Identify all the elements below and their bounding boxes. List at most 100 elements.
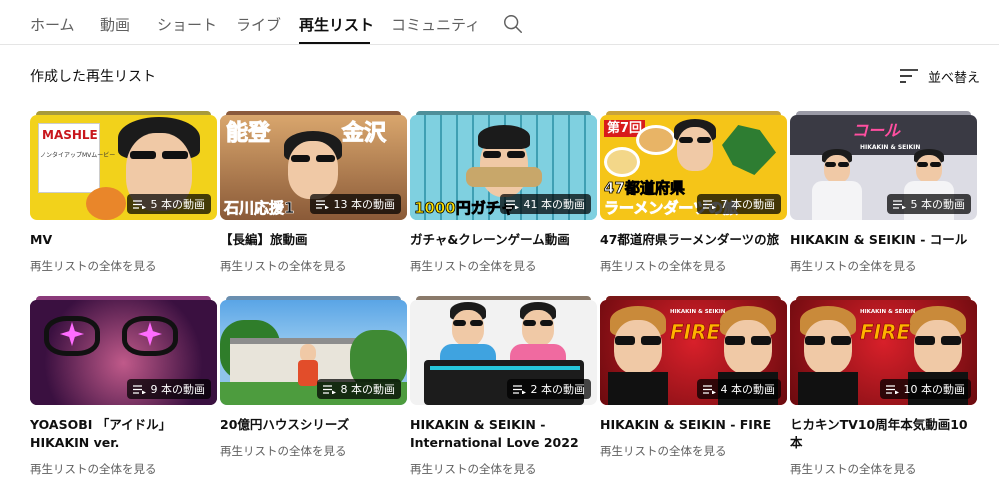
tab-shorts[interactable]: ショート [157, 14, 217, 35]
playlist-thumbnail[interactable]: 1000円ガチャ 41 本の動画 [410, 115, 597, 220]
thumb-caption: FIRE [670, 320, 721, 344]
playlist-thumbnail[interactable]: コール HIKAKIN & SEIKIN 5 本の動画 [790, 115, 977, 220]
person-face [522, 310, 554, 346]
playlist-title[interactable]: HIKAKIN & SEIKIN - FIRE [600, 416, 787, 434]
playlist-title[interactable]: ヒカキンTV10周年本気動画10本 [790, 416, 977, 452]
video-count-badge: 2 本の動画 [506, 379, 591, 399]
playlist-thumbnail[interactable]: 9 本の動画 [30, 300, 217, 405]
playlist-title[interactable]: YOASOBI 「アイドル」 HIKAKIN ver. [30, 416, 217, 452]
video-count: 4 本の動画 [720, 383, 776, 396]
tab-community[interactable]: コミュニティ [391, 14, 480, 35]
playlist-card-10th-anniversary[interactable]: HIKAKIN & SEIKIN FIRE 10 本の動画 ヒカキンTV10周年… [790, 296, 977, 477]
video-count: 8 本の動画 [340, 383, 396, 396]
view-full-playlist-link[interactable]: 再生リストの全体を見る [30, 461, 217, 477]
view-full-playlist-link[interactable]: 再生リストの全体を見る [410, 258, 597, 274]
playlist-title[interactable]: HIKAKIN & SEIKIN - International Love 20… [410, 416, 597, 452]
playlist-title[interactable]: 20億円ハウスシリーズ [220, 416, 407, 434]
playlist-card-ramen[interactable]: 第7回 47都道府県 ラーメンダーツの旅 7 本の動画 47都道府県ラーメンダー… [600, 111, 787, 274]
video-count-badge: 41 本の動画 [499, 194, 591, 214]
person-face [804, 320, 852, 374]
video-count-badge: 4 本の動画 [696, 379, 781, 399]
video-count-badge: 5 本の動画 [886, 194, 971, 214]
glasses [725, 336, 771, 345]
thumb-caption: ノンタイアップMVムービー [40, 152, 116, 159]
view-full-playlist-link[interactable]: 再生リストの全体を見る [220, 258, 407, 274]
view-full-playlist-link[interactable]: 再生リストの全体を見る [790, 258, 977, 274]
thumb-caption: 47都道府県 [604, 179, 686, 197]
sort-button[interactable]: 並べ替え [900, 66, 980, 86]
video-count-badge: 7 本の動画 [696, 194, 781, 214]
video-count-badge: 9 本の動画 [126, 379, 211, 399]
person-face [914, 320, 962, 374]
glasses [915, 336, 961, 345]
playlist-icon [512, 384, 526, 394]
glasses [453, 320, 483, 326]
playlist-title[interactable]: 47都道府県ラーメンダーツの旅 [600, 231, 787, 249]
video-count-badge: 5 本の動画 [126, 194, 211, 214]
view-full-playlist-link[interactable]: 再生リストの全体を見る [600, 258, 787, 274]
tab-videos[interactable]: 動画 [100, 14, 130, 35]
tab-home[interactable]: ホーム [30, 14, 75, 35]
video-count: 9 本の動画 [150, 383, 206, 396]
playlist-thumbnail[interactable]: 2 本の動画 [410, 300, 597, 405]
playlist-thumbnail[interactable]: HIKAKIN & SEIKIN FIRE 10 本の動画 [790, 300, 977, 405]
playlist-thumbnail[interactable]: MASHLE ノンタイアップMVムービー 5 本の動画 [30, 115, 217, 220]
video-count: 10 本の動画 [903, 383, 966, 396]
playlist-icon [315, 199, 329, 209]
person-face [677, 127, 713, 171]
playlist-icon [322, 384, 336, 394]
active-tab-indicator [299, 42, 370, 44]
thumb-caption: コール [852, 121, 901, 140]
glasses [130, 151, 188, 159]
playlist-title[interactable]: MV [30, 231, 217, 249]
glasses [805, 336, 851, 345]
playlist-thumbnail[interactable]: 能登 金沢 石川応援1 13 本の動画 [220, 115, 407, 220]
playlist-card-house[interactable]: 8 本の動画 20億円ハウスシリーズ 再生リストの全体を見る [220, 296, 407, 459]
glasses [917, 162, 941, 167]
playlist-thumbnail[interactable]: 第7回 47都道府県 ラーメンダーツの旅 7 本の動画 [600, 115, 787, 220]
playlist-card-international-love[interactable]: 2 本の動画 HIKAKIN & SEIKIN - International … [410, 296, 597, 477]
playlist-card-fire[interactable]: HIKAKIN & SEIKIN FIRE 4 本の動画 HIKAKIN & S… [600, 296, 787, 459]
playlist-title[interactable]: ガチャ&クレーンゲーム動画 [410, 231, 597, 249]
playlist-icon [885, 384, 899, 394]
view-full-playlist-link[interactable]: 再生リストの全体を見る [600, 443, 787, 459]
section-title: 作成した再生リスト [30, 69, 156, 85]
person-face [724, 320, 772, 374]
video-count: 41 本の動画 [523, 198, 586, 211]
person-face [614, 320, 662, 374]
playlist-card-yoasobi[interactable]: 9 本の動画 YOASOBI 「アイドル」 HIKAKIN ver. 再生リスト… [30, 296, 217, 477]
person-face [452, 310, 484, 346]
tab-live[interactable]: ライブ [236, 14, 281, 35]
playlist-title[interactable]: 【長編】旅動画 [220, 231, 407, 249]
glasses [615, 336, 661, 345]
view-full-playlist-link[interactable]: 再生リストの全体を見る [30, 258, 217, 274]
thumb-caption: HIKAKIN & SEIKIN [860, 309, 916, 315]
video-count-badge: 10 本の動画 [879, 379, 971, 399]
playlist-title[interactable]: HIKAKIN & SEIKIN - コール [790, 231, 977, 249]
glasses [291, 155, 335, 162]
playlist-icon [132, 384, 146, 394]
playlist-icon [132, 199, 146, 209]
search-icon[interactable] [502, 13, 524, 35]
playlist-card-gacha[interactable]: 1000円ガチャ 41 本の動画 ガチャ&クレーンゲーム動画 再生リストの全体を… [410, 111, 597, 274]
playlist-icon [702, 384, 716, 394]
playlist-card-call[interactable]: コール HIKAKIN & SEIKIN 5 本の動画 HIKAKIN & SE… [790, 111, 977, 274]
playlist-thumbnail[interactable]: 8 本の動画 [220, 300, 407, 405]
channel-tabs: ホーム 動画 ショート ライブ 再生リスト コミュニティ [0, 0, 999, 45]
thumb-caption: HIKAKIN & SEIKIN [860, 144, 921, 151]
thumb-caption: MASHLE [42, 128, 98, 142]
glasses [825, 162, 849, 167]
tab-playlists[interactable]: 再生リスト [299, 14, 374, 35]
thumb-caption: 能登 [225, 121, 271, 146]
view-full-playlist-link[interactable]: 再生リストの全体を見る [220, 443, 407, 459]
playlist-card-travel[interactable]: 能登 金沢 石川応援1 13 本の動画 【長編】旅動画 再生リストの全体を見る [220, 111, 407, 274]
view-full-playlist-link[interactable]: 再生リストの全体を見る [410, 461, 597, 477]
video-count: 5 本の動画 [150, 198, 206, 211]
sort-label: 並べ替え [928, 70, 981, 86]
playlist-card-mv[interactable]: MASHLE ノンタイアップMVムービー 5 本の動画 MV 再生リストの全体を… [30, 111, 217, 274]
video-count-badge: 8 本の動画 [316, 379, 401, 399]
playlist-thumbnail[interactable]: HIKAKIN & SEIKIN FIRE 4 本の動画 [600, 300, 787, 405]
video-count: 2 本の動画 [530, 383, 586, 396]
video-count-badge: 13 本の動画 [309, 194, 401, 214]
view-full-playlist-link[interactable]: 再生リストの全体を見る [790, 461, 977, 477]
